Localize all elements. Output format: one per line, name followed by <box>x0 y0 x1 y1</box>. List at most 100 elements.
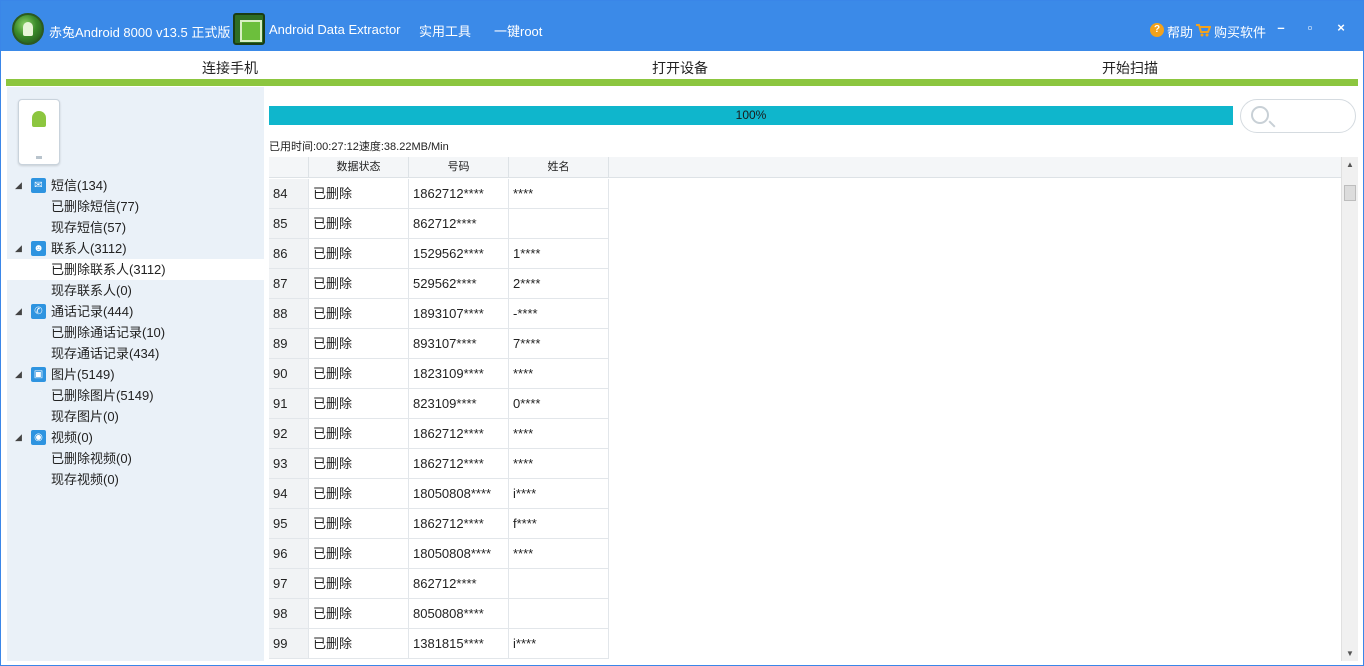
tree-item-calls[interactable]: ◢ ✆ 通话记录(444) <box>7 301 264 322</box>
row-index: 90 <box>269 359 309 389</box>
start-scan-button[interactable]: 开始扫描 <box>1102 58 1158 78</box>
row-index: 92 <box>269 419 309 449</box>
tree-item-contacts-deleted[interactable]: 已删除联系人(3112) <box>7 259 264 280</box>
row-index: 84 <box>269 179 309 209</box>
row-name: **** <box>509 419 609 449</box>
row-status: 已删除 <box>309 539 409 569</box>
row-name <box>509 209 609 239</box>
tree-item-photos[interactable]: ◢ ▣ 图片(5149) <box>7 364 264 385</box>
tree-item-videos[interactable]: ◢ ◉ 视频(0) <box>7 427 264 448</box>
table-header: 数据状态 号码 姓名 <box>269 157 1341 178</box>
row-name <box>509 599 609 629</box>
tree-item-photos-existing[interactable]: 现存图片(0) <box>7 406 264 427</box>
row-status: 已删除 <box>309 179 409 209</box>
row-status: 已删除 <box>309 569 409 599</box>
row-index: 85 <box>269 209 309 239</box>
table-row[interactable]: 89 已删除 893107**** 7**** <box>269 329 609 359</box>
table-row[interactable]: 95 已删除 1862712**** f**** <box>269 509 609 539</box>
column-header-status[interactable]: 数据状态 <box>309 157 409 178</box>
scan-progress-bar: 100% <box>269 106 1233 125</box>
row-name: i**** <box>509 629 609 659</box>
row-phone: 1823109**** <box>409 359 509 389</box>
elapsed-speed-text: 已用时间:00:27:12速度:38.22MB/Min <box>269 141 449 153</box>
collapse-arrow-icon[interactable]: ◢ <box>15 364 22 385</box>
table-row[interactable]: 96 已删除 18050808**** **** <box>269 539 609 569</box>
close-button[interactable]: × <box>1332 19 1350 37</box>
row-name: -**** <box>509 299 609 329</box>
title-bar: 赤兔Android 8000 v13.5 正式版 Android Data Ex… <box>1 1 1363 51</box>
table-row[interactable]: 84 已删除 1862712**** **** <box>269 179 609 209</box>
scroll-up-icon[interactable]: ▲ <box>1346 160 1354 169</box>
tree-item-contacts-existing[interactable]: 现存联系人(0) <box>7 280 264 301</box>
open-device-button[interactable]: 打开设备 <box>652 58 708 78</box>
buy-link[interactable]: 购买软件 <box>1214 22 1266 41</box>
app-logo-icon <box>12 13 44 45</box>
table-row[interactable]: 88 已删除 1893107**** -**** <box>269 299 609 329</box>
video-icon: ◉ <box>31 430 46 445</box>
table-row[interactable]: 99 已删除 1381815**** i**** <box>269 629 609 659</box>
minimize-button[interactable]: – <box>1272 19 1290 37</box>
row-index: 96 <box>269 539 309 569</box>
table-row[interactable]: 92 已删除 1862712**** **** <box>269 419 609 449</box>
row-phone: 1862712**** <box>409 509 509 539</box>
row-name: **** <box>509 359 609 389</box>
tree-item-videos-deleted[interactable]: 已删除视频(0) <box>7 448 264 469</box>
row-phone: 1862712**** <box>409 449 509 479</box>
row-status: 已删除 <box>309 479 409 509</box>
table-row[interactable]: 87 已删除 529562**** 2**** <box>269 269 609 299</box>
table-row[interactable]: 97 已删除 862712**** <box>269 569 609 599</box>
table-row[interactable]: 90 已删除 1823109**** **** <box>269 359 609 389</box>
row-phone: 18050808**** <box>409 479 509 509</box>
row-phone: 18050808**** <box>409 539 509 569</box>
table-row[interactable]: 98 已删除 8050808**** <box>269 599 609 629</box>
row-index: 94 <box>269 479 309 509</box>
tree-item-contacts[interactable]: ◢ ☻ 联系人(3112) <box>7 238 264 259</box>
maximize-button[interactable]: ▫ <box>1301 19 1319 37</box>
row-index: 98 <box>269 599 309 629</box>
tree-item-sms-deleted[interactable]: 已删除短信(77) <box>7 196 264 217</box>
row-phone: 823109**** <box>409 389 509 419</box>
tree-item-videos-existing[interactable]: 现存视频(0) <box>7 469 264 490</box>
collapse-arrow-icon[interactable]: ◢ <box>15 175 22 196</box>
help-link[interactable]: 帮助 <box>1167 22 1193 41</box>
cart-icon[interactable] <box>1195 23 1211 37</box>
table-row[interactable]: 85 已删除 862712**** <box>269 209 609 239</box>
table-row[interactable]: 93 已删除 1862712**** **** <box>269 449 609 479</box>
row-phone: 529562**** <box>409 269 509 299</box>
row-name: 0**** <box>509 389 609 419</box>
row-name: 2**** <box>509 269 609 299</box>
tree-item-calls-deleted[interactable]: 已删除通话记录(10) <box>7 322 264 343</box>
app-window: 赤兔Android 8000 v13.5 正式版 Android Data Ex… <box>0 0 1364 666</box>
scroll-thumb[interactable] <box>1344 185 1356 201</box>
search-input[interactable] <box>1240 99 1356 133</box>
row-name <box>509 569 609 599</box>
table-row[interactable]: 86 已删除 1529562**** 1**** <box>269 239 609 269</box>
row-phone: 862712**** <box>409 209 509 239</box>
tree-item-sms-existing[interactable]: 现存短信(57) <box>7 217 264 238</box>
row-name: f**** <box>509 509 609 539</box>
row-phone: 1529562**** <box>409 239 509 269</box>
row-phone: 862712**** <box>409 569 509 599</box>
column-header-phone[interactable]: 号码 <box>409 157 509 178</box>
menu-tools[interactable]: 实用工具 <box>419 21 471 40</box>
tree-item-calls-existing[interactable]: 现存通话记录(434) <box>7 343 264 364</box>
row-phone: 1893107**** <box>409 299 509 329</box>
column-header-name[interactable]: 姓名 <box>509 157 609 178</box>
collapse-arrow-icon[interactable]: ◢ <box>15 238 22 259</box>
search-icon[interactable] <box>1251 106 1269 124</box>
connect-phone-button[interactable]: 连接手机 <box>202 58 258 78</box>
help-icon[interactable]: ? <box>1150 23 1164 37</box>
table-row[interactable]: 91 已删除 823109**** 0**** <box>269 389 609 419</box>
tree-item-sms[interactable]: ◢ ✉ 短信(134) <box>7 175 264 196</box>
column-header-index[interactable] <box>269 157 309 178</box>
menu-root[interactable]: 一键root <box>494 21 542 40</box>
vertical-scrollbar[interactable]: ▲ ▼ <box>1341 157 1358 661</box>
tree-item-photos-deleted[interactable]: 已删除图片(5149) <box>7 385 264 406</box>
table-row[interactable]: 94 已删除 18050808**** i**** <box>269 479 609 509</box>
row-status: 已删除 <box>309 629 409 659</box>
scroll-down-icon[interactable]: ▼ <box>1346 649 1354 658</box>
collapse-arrow-icon[interactable]: ◢ <box>15 427 22 448</box>
image-icon: ▣ <box>31 367 46 382</box>
collapse-arrow-icon[interactable]: ◢ <box>15 301 22 322</box>
phone-call-icon: ✆ <box>31 304 46 319</box>
